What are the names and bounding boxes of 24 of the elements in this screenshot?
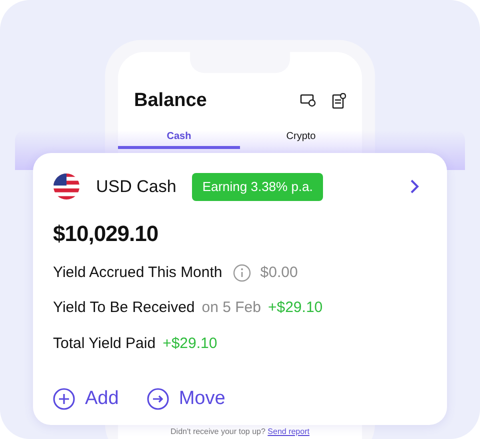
page-title: Balance <box>134 89 207 113</box>
tab[interactable]: Crypto <box>240 130 362 148</box>
chevron-right-icon[interactable] <box>410 179 419 194</box>
footer-text: Didn't receive your top up? <box>170 427 266 436</box>
earning-badge: Earning 3.38% p.a. <box>192 173 323 200</box>
move-button[interactable]: Move <box>146 385 226 414</box>
info-icon[interactable] <box>233 264 252 282</box>
arrow-circle-icon <box>146 388 169 410</box>
yield-label: Total Yield Paid <box>53 334 156 354</box>
yield-amount: $0.00 <box>260 262 298 282</box>
account-name: USD Cash <box>96 176 176 198</box>
yield-label: Yield To Be Received <box>53 298 195 318</box>
date-note: on 5 Feb <box>202 298 261 318</box>
send-report-link[interactable]: Send report <box>268 427 310 436</box>
tab[interactable]: Cash <box>118 130 240 148</box>
document-icon[interactable] <box>332 93 346 110</box>
balance-amount: $10,029.10 <box>53 220 160 248</box>
yield-label: Yield Accrued This Month <box>53 262 222 282</box>
add-button[interactable]: Add <box>53 385 119 414</box>
yield-amount: +$29.10 <box>162 334 218 354</box>
plus-circle-icon <box>53 388 75 410</box>
yield-amount: +$29.10 <box>268 298 323 318</box>
flag-icon <box>53 173 80 200</box>
ticket-icon[interactable] <box>300 93 316 108</box>
